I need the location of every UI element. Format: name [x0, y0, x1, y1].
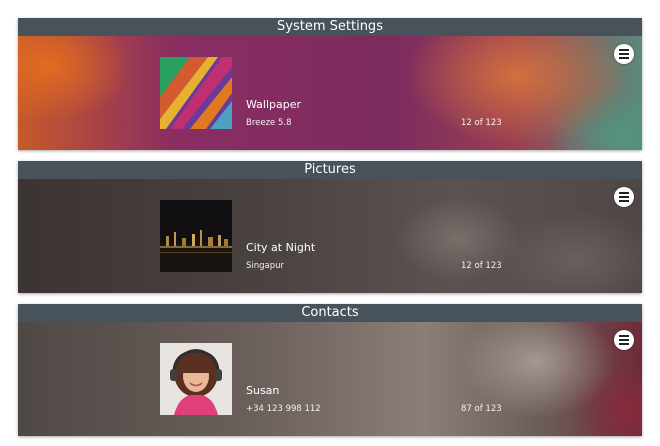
panel-body[interactable]: City at Night Singapur 12 of 123: [18, 179, 642, 293]
panel-header: Pictures: [18, 161, 642, 179]
item-title: City at Night: [246, 241, 316, 254]
panel-body[interactable]: Wallpaper Breeze 5.8 12 of 123: [18, 36, 642, 150]
item-title: Wallpaper: [246, 98, 302, 111]
panel-contacts: Contacts Susan +34 123 998 112 87 of 123: [18, 304, 642, 436]
contact-avatar[interactable]: [160, 343, 232, 415]
item-subtitle: Singapur: [246, 261, 285, 271]
item-subtitle: Breeze 5.8: [246, 118, 292, 128]
item-counter: 12 of 123: [461, 261, 502, 271]
item-subtitle: +34 123 998 112: [246, 404, 321, 414]
item-counter: 12 of 123: [461, 118, 502, 128]
menu-icon[interactable]: [614, 44, 634, 64]
menu-icon[interactable]: [614, 187, 634, 207]
menu-icon[interactable]: [614, 330, 634, 350]
wallpaper-thumbnail[interactable]: [160, 57, 232, 129]
panel-background: [18, 36, 642, 150]
panel-background: [18, 322, 642, 436]
panel-background: [18, 179, 642, 293]
city-photo-thumbnail[interactable]: [160, 200, 232, 272]
panel-header: Contacts: [18, 304, 642, 322]
item-counter: 87 of 123: [461, 404, 502, 414]
panel-pictures: Pictures City at Night Singapur 12 of 12…: [18, 161, 642, 293]
item-title: Susan: [246, 384, 280, 397]
panel-header: System Settings: [18, 18, 642, 36]
panel-system-settings: System Settings Wallpaper Breeze 5.8 12 …: [18, 18, 642, 150]
panel-body[interactable]: Susan +34 123 998 112 87 of 123: [18, 322, 642, 436]
